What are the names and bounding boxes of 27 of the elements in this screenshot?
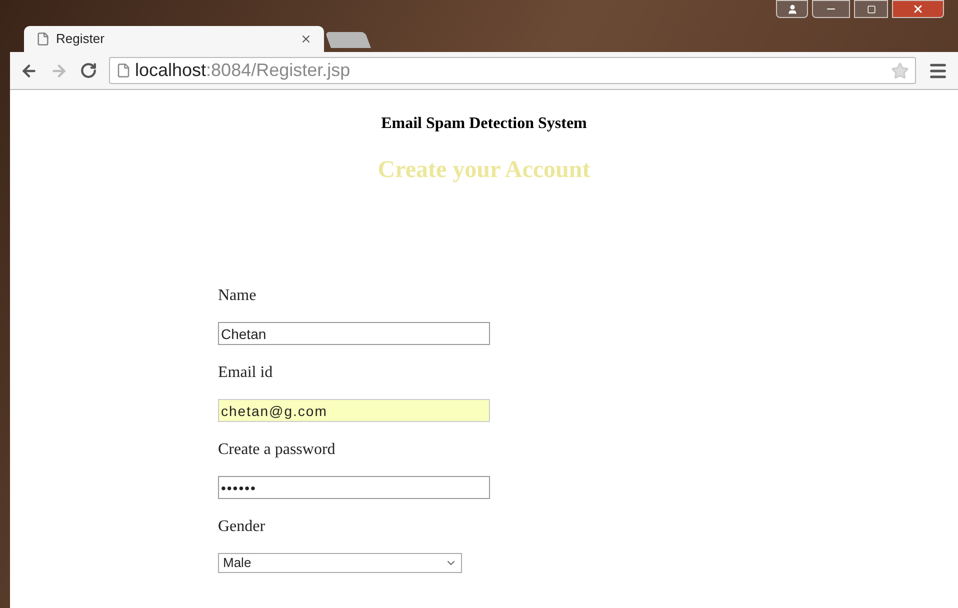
close-icon <box>912 3 924 15</box>
page-heading: Create your Account <box>378 156 590 185</box>
maximize-icon <box>866 4 876 14</box>
text-field[interactable]: •••••• <box>218 476 490 499</box>
field-label: Name <box>218 286 258 306</box>
field-label: Email id <box>218 363 274 383</box>
bookmark-star-icon[interactable] <box>891 62 909 80</box>
field-label: Gender <box>218 517 266 537</box>
user-icon <box>786 4 798 14</box>
page-icon <box>36 32 50 46</box>
text-field[interactable]: Chetan <box>218 322 490 345</box>
new-tab-button[interactable] <box>325 32 371 48</box>
page-icon <box>116 63 131 78</box>
user-button[interactable] <box>776 0 808 18</box>
url-text: localhost:8084/Register.jsp <box>135 59 352 82</box>
close-button[interactable] <box>892 0 944 18</box>
text-field[interactable]: chetan@g.com <box>218 399 490 422</box>
browser-tab[interactable]: Register <box>24 26 324 52</box>
minimize-button[interactable] <box>812 0 850 18</box>
maximize-button[interactable] <box>854 0 888 18</box>
back-icon[interactable] <box>20 62 38 80</box>
site-title: Email Spam Detection System <box>381 114 587 134</box>
reload-icon[interactable] <box>80 62 97 79</box>
field-label: Create a password <box>218 440 336 460</box>
close-tab-icon <box>300 33 312 45</box>
gender-dropdown[interactable]: Male <box>218 553 462 573</box>
address-bar[interactable]: localhost:8084/Register.jsp <box>109 57 916 84</box>
